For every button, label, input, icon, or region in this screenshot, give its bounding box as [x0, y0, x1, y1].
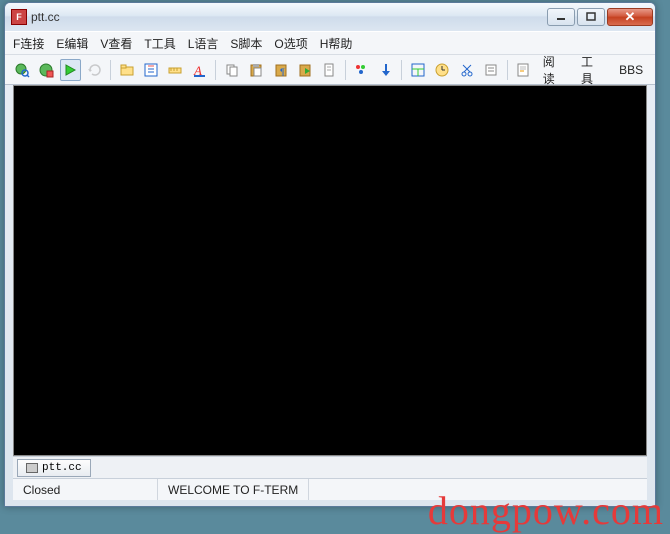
paste-icon[interactable]: [246, 59, 267, 81]
menu-language[interactable]: L语言: [188, 35, 219, 52]
play-icon[interactable]: [60, 59, 81, 81]
separator: [110, 60, 111, 80]
statusbar: Closed WELCOME TO F-TERM: [13, 478, 647, 500]
menu-tools[interactable]: T工具: [144, 35, 175, 52]
svg-text:¶: ¶: [280, 67, 285, 77]
toolbar: A ¶ 阅读 工具 BBS: [5, 55, 655, 85]
window-controls: ✕: [547, 8, 653, 26]
app-icon: F: [11, 9, 27, 25]
separator: [507, 60, 508, 80]
font-icon[interactable]: A: [189, 59, 210, 81]
separator: [215, 60, 216, 80]
ruler-icon[interactable]: [165, 59, 186, 81]
paste-special-icon[interactable]: [294, 59, 315, 81]
toolbar-tools-label[interactable]: 工具: [575, 53, 610, 87]
layout-icon[interactable]: [407, 59, 428, 81]
globe-stop-icon[interactable]: [35, 59, 56, 81]
scissors-icon[interactable]: [456, 59, 477, 81]
globe-search-icon[interactable]: [11, 59, 32, 81]
status-connection: Closed: [13, 479, 158, 500]
list-icon[interactable]: [480, 59, 501, 81]
monitor-icon: [26, 463, 38, 473]
refresh-icon: [84, 59, 105, 81]
menu-script[interactable]: S脚本: [230, 35, 262, 52]
toolbar-bbs-label[interactable]: BBS: [613, 63, 649, 77]
menubar: F连接 E编辑 V查看 T工具 L语言 S脚本 O选项 H帮助: [5, 31, 655, 55]
tabbar: ptt.cc: [13, 456, 647, 478]
status-welcome: WELCOME TO F-TERM: [158, 479, 309, 500]
separator: [345, 60, 346, 80]
paste-format-icon[interactable]: ¶: [270, 59, 291, 81]
menu-view[interactable]: V查看: [100, 35, 132, 52]
clock-icon[interactable]: [432, 59, 453, 81]
menu-help[interactable]: H帮助: [320, 35, 353, 52]
menu-connect[interactable]: F连接: [13, 35, 44, 52]
download-arrow-icon[interactable]: [375, 59, 396, 81]
folder-icon[interactable]: [116, 59, 137, 81]
color-wand-icon[interactable]: [351, 59, 372, 81]
app-window: F ptt.cc ✕ F连接 E编辑 V查看 T工具 L语言 S脚本 O选项 H…: [4, 2, 656, 507]
window-title: ptt.cc: [31, 10, 547, 24]
session-tab[interactable]: ptt.cc: [17, 459, 91, 477]
titlebar[interactable]: F ptt.cc ✕: [5, 3, 655, 31]
tab-label: ptt.cc: [42, 462, 82, 474]
minimize-button[interactable]: [547, 8, 575, 26]
article-icon[interactable]: [512, 59, 533, 81]
addressbook-icon[interactable]: [140, 59, 161, 81]
document-icon[interactable]: [319, 59, 340, 81]
menu-options[interactable]: O选项: [274, 35, 307, 52]
menu-edit[interactable]: E编辑: [56, 35, 88, 52]
maximize-button[interactable]: [577, 8, 605, 26]
copy-icon[interactable]: [221, 59, 242, 81]
close-button[interactable]: ✕: [607, 8, 653, 26]
terminal-viewport[interactable]: [13, 85, 647, 456]
separator: [401, 60, 402, 80]
toolbar-read-label[interactable]: 阅读: [537, 53, 572, 87]
